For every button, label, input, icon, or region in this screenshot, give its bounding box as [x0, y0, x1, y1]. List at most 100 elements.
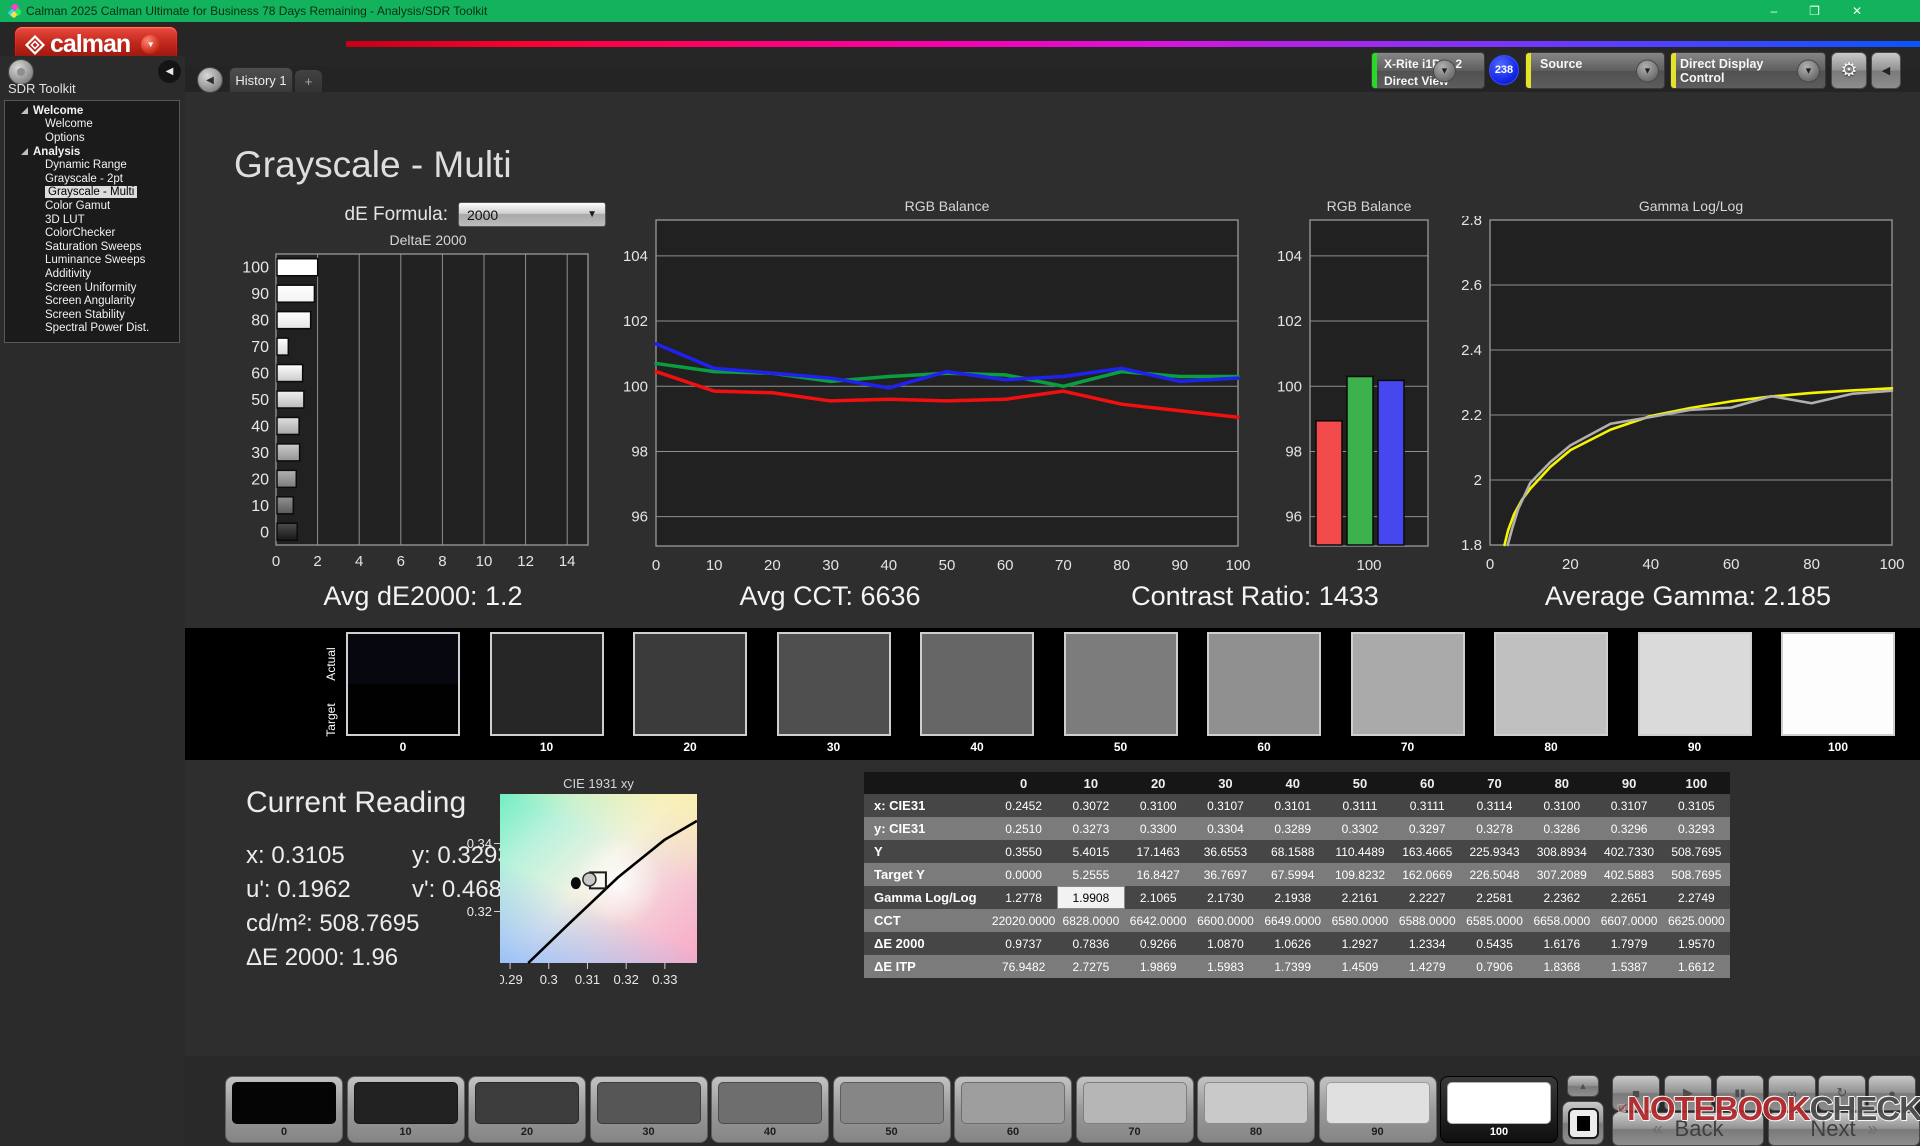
tab-scroll-left-button[interactable]: ◀: [197, 67, 223, 93]
pattern-patch-70[interactable]: 70: [1076, 1076, 1194, 1143]
table-cell[interactable]: 1.9869: [1125, 955, 1192, 978]
table-cell[interactable]: 162.0669: [1394, 863, 1461, 886]
table-cell[interactable]: 1.7979: [1595, 932, 1662, 955]
table-cell[interactable]: 5.4015: [1057, 840, 1124, 863]
pattern-patch-20[interactable]: 20: [468, 1076, 586, 1143]
sidebar-collapse-button[interactable]: ◀: [158, 60, 181, 83]
source-selector[interactable]: Source ▼: [1525, 52, 1665, 89]
table-cell[interactable]: 402.7330: [1595, 840, 1662, 863]
next-button[interactable]: Next »: [1768, 1112, 1920, 1146]
sidebar-item-color-gamut[interactable]: Color Gamut: [5, 199, 179, 213]
table-cell[interactable]: 0.3302: [1326, 817, 1393, 840]
table-cell[interactable]: 0.3111: [1394, 794, 1461, 817]
table-cell[interactable]: 6625.0000: [1663, 909, 1730, 932]
minimize-button[interactable]: –: [1770, 0, 1777, 22]
pattern-patch-50[interactable]: 50: [833, 1076, 951, 1143]
display-control-selector[interactable]: Direct Display Control ▼: [1670, 52, 1826, 89]
table-cell[interactable]: 1.5983: [1192, 955, 1259, 978]
table-cell[interactable]: 225.9343: [1461, 840, 1528, 863]
tree-group-welcome[interactable]: Welcome: [5, 104, 179, 118]
transport-pause-button[interactable]: ▮▮: [1716, 1075, 1764, 1111]
table-cell[interactable]: 6588.0000: [1394, 909, 1461, 932]
table-cell[interactable]: 0.7836: [1057, 932, 1124, 955]
close-button[interactable]: ✕: [1852, 0, 1862, 22]
table-cell[interactable]: 2.2749: [1663, 886, 1730, 909]
pattern-patch-30[interactable]: 30: [590, 1076, 708, 1143]
pattern-patch-10[interactable]: 10: [347, 1076, 465, 1143]
table-cell[interactable]: 22020.0000: [990, 909, 1057, 932]
table-cell[interactable]: 1.9908: [1057, 886, 1124, 909]
table-cell[interactable]: 0.3107: [1192, 794, 1259, 817]
back-button[interactable]: « Back: [1612, 1112, 1764, 1146]
chevron-down-icon[interactable]: ▼: [1797, 59, 1820, 82]
table-cell[interactable]: 5.2555: [1057, 863, 1124, 886]
table-cell[interactable]: 0.3304: [1192, 817, 1259, 840]
table-cell[interactable]: 163.4665: [1394, 840, 1461, 863]
pattern-patch-100[interactable]: 100: [1440, 1076, 1558, 1143]
expander-icon[interactable]: [21, 107, 28, 114]
table-cell[interactable]: 0.3114: [1461, 794, 1528, 817]
table-cell[interactable]: 76.9482: [990, 955, 1057, 978]
transport-refresh-button[interactable]: ↻: [1818, 1075, 1866, 1111]
table-cell[interactable]: 508.7695: [1663, 840, 1730, 863]
sidebar-item-colorchecker[interactable]: ColorChecker: [5, 226, 179, 240]
table-cell[interactable]: 16.8427: [1125, 863, 1192, 886]
meter-selector[interactable]: X-Rite i1Pro 2 Direct View ▼: [1371, 52, 1485, 89]
table-cell[interactable]: 1.6176: [1528, 932, 1595, 955]
table-cell[interactable]: 1.8368: [1528, 955, 1595, 978]
table-cell[interactable]: 67.5994: [1259, 863, 1326, 886]
table-cell[interactable]: 68.1588: [1259, 840, 1326, 863]
table-cell[interactable]: 36.7697: [1192, 863, 1259, 886]
pattern-patch-80[interactable]: 80: [1197, 1076, 1315, 1143]
table-cell[interactable]: 0.9737: [990, 932, 1057, 955]
table-cell[interactable]: 1.2778: [990, 886, 1057, 909]
de-formula-select[interactable]: 2000 ▼: [458, 202, 606, 227]
table-cell[interactable]: 0.3111: [1326, 794, 1393, 817]
table-cell[interactable]: 0.3296: [1595, 817, 1662, 840]
chevron-down-icon[interactable]: ▼: [1433, 59, 1456, 82]
sidebar-item-screen-uniformity[interactable]: Screen Uniformity: [5, 281, 179, 295]
pattern-patch-40[interactable]: 40: [711, 1076, 829, 1143]
table-cell[interactable]: 109.8232: [1326, 863, 1393, 886]
sidebar-item-welcome[interactable]: Welcome: [5, 118, 179, 132]
table-cell[interactable]: 0.3278: [1461, 817, 1528, 840]
pattern-patch-90[interactable]: 90: [1319, 1076, 1437, 1143]
sidebar-item-additivity[interactable]: Additivity: [5, 267, 179, 281]
table-cell[interactable]: 1.2334: [1394, 932, 1461, 955]
table-cell[interactable]: 1.7399: [1259, 955, 1326, 978]
table-cell[interactable]: 0.3286: [1528, 817, 1595, 840]
maximize-button[interactable]: ❐: [1809, 0, 1820, 22]
chevron-down-icon[interactable]: ▼: [1636, 59, 1659, 82]
table-cell[interactable]: 0.3300: [1125, 817, 1192, 840]
pattern-window-button[interactable]: [1562, 1101, 1604, 1145]
table-cell[interactable]: 1.2927: [1326, 932, 1393, 955]
expander-icon[interactable]: [21, 148, 28, 155]
transport-stop-button[interactable]: ■: [1612, 1075, 1660, 1111]
sidebar-item-spectral-power-dist-[interactable]: Spectral Power Dist.: [5, 322, 179, 336]
table-cell[interactable]: 6580.0000: [1326, 909, 1393, 932]
table-cell[interactable]: 2.2362: [1528, 886, 1595, 909]
table-cell[interactable]: 2.2581: [1461, 886, 1528, 909]
table-cell[interactable]: 0.3550: [990, 840, 1057, 863]
table-cell[interactable]: 6600.0000: [1192, 909, 1259, 932]
transport-record-button[interactable]: ●: [1868, 1075, 1916, 1111]
table-cell[interactable]: 0.3273: [1057, 817, 1124, 840]
table-cell[interactable]: 2.2227: [1394, 886, 1461, 909]
table-cell[interactable]: 402.5883: [1595, 863, 1662, 886]
sidebar-item-3d-lut[interactable]: 3D LUT: [5, 213, 179, 227]
sidebar-item-screen-stability[interactable]: Screen Stability: [5, 308, 179, 322]
table-cell[interactable]: 6585.0000: [1461, 909, 1528, 932]
collapse-panel-button[interactable]: ◀: [1871, 52, 1901, 89]
pattern-patch-0[interactable]: 0: [225, 1076, 343, 1143]
transport-play-button[interactable]: ▶: [1664, 1075, 1712, 1111]
table-cell[interactable]: 6658.0000: [1528, 909, 1595, 932]
table-cell[interactable]: 6828.0000: [1057, 909, 1124, 932]
table-cell[interactable]: 1.0626: [1259, 932, 1326, 955]
table-cell[interactable]: 36.6553: [1192, 840, 1259, 863]
sidebar-item-grayscale-multi[interactable]: Grayscale - Multi: [5, 186, 179, 200]
sidebar-item-dynamic-range[interactable]: Dynamic Range: [5, 158, 179, 172]
sidebar-item-grayscale-2pt[interactable]: Grayscale - 2pt: [5, 172, 179, 186]
table-cell[interactable]: 308.8934: [1528, 840, 1595, 863]
table-cell[interactable]: 110.4489: [1326, 840, 1393, 863]
table-cell[interactable]: 2.1065: [1125, 886, 1192, 909]
